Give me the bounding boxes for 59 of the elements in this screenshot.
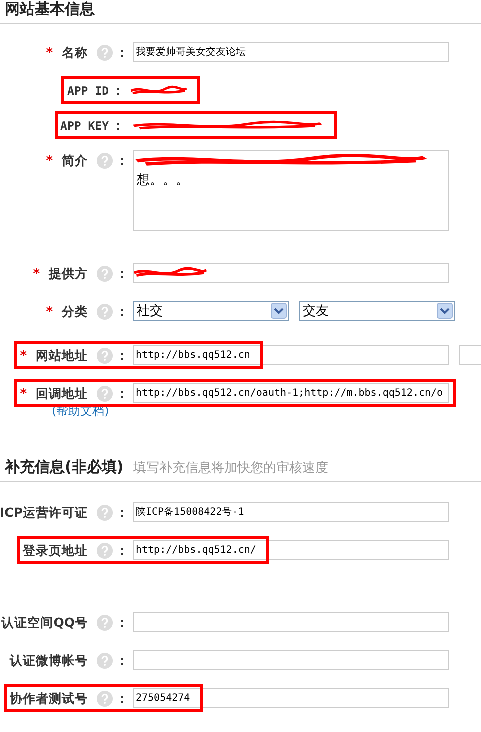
- text-area[interactable]: 想。。。: [133, 150, 449, 231]
- field-label: ICP运营许可证: [0, 504, 88, 522]
- help-icon[interactable]: [97, 653, 113, 669]
- field-label: 网站地址: [36, 348, 88, 364]
- colon: ：: [116, 653, 128, 670]
- input-field[interactable]: http://bbs.qq512.cn/: [133, 540, 449, 560]
- help-icon[interactable]: [97, 543, 113, 559]
- colon: ：: [116, 348, 128, 365]
- colon: ：: [116, 505, 128, 522]
- colon: ：: [112, 118, 124, 135]
- field-label: 登录页地址: [23, 542, 88, 560]
- field-label: APP ID: [67, 84, 109, 98]
- field-label: 名称: [62, 44, 88, 62]
- help-icon[interactable]: [97, 266, 113, 282]
- colon: ：: [116, 386, 128, 403]
- colon: ：: [116, 691, 128, 708]
- input-field[interactable]: [133, 612, 449, 632]
- required-mark: *: [33, 266, 40, 282]
- required-mark: *: [20, 348, 27, 364]
- required-mark: *: [46, 304, 53, 320]
- input-field[interactable]: http://bbs.qq512.cn: [133, 345, 449, 365]
- required-mark: *: [46, 154, 53, 168]
- help-icon[interactable]: [97, 304, 113, 320]
- dropdown[interactable]: 社交: [133, 301, 289, 321]
- colon: ：: [116, 543, 128, 560]
- colon: ：: [112, 83, 124, 100]
- required-mark: *: [46, 46, 53, 60]
- field-label: 分类: [62, 304, 88, 320]
- colon: ：: [116, 615, 128, 632]
- input-field[interactable]: [459, 345, 481, 365]
- colon: ：: [116, 266, 128, 283]
- help-icon[interactable]: [97, 348, 113, 364]
- input-field[interactable]: [133, 650, 449, 670]
- input-field[interactable]: 我要爱帅哥美女交友论坛: [133, 42, 449, 62]
- field-label: 简介: [62, 152, 88, 170]
- colon: ：: [116, 304, 128, 321]
- section-title: 补充信息(非必填): [5, 458, 124, 477]
- field-label: 协作者测试号: [10, 690, 88, 708]
- colon: ：: [116, 153, 128, 170]
- input-field[interactable]: 275054274: [133, 688, 449, 708]
- field-label: APP KEY: [60, 119, 109, 133]
- colon: ：: [116, 45, 128, 62]
- help-icon[interactable]: [97, 505, 113, 521]
- input-field[interactable]: http://bbs.qq512.cn/oauth-1;http://m.bbs.qq512.cn/o: [133, 383, 449, 403]
- field-label: 认证微博帐号: [10, 652, 88, 670]
- help-icon[interactable]: [97, 386, 113, 402]
- field-label: 提供方: [49, 266, 88, 282]
- help-icon[interactable]: [97, 45, 113, 61]
- required-mark: *: [20, 386, 27, 402]
- section-title: 网站基本信息: [5, 0, 95, 19]
- input-field[interactable]: [133, 263, 449, 283]
- field-label: 回调地址: [36, 386, 88, 402]
- field-label: 认证空间QQ号: [2, 614, 88, 632]
- dropdown[interactable]: 交友: [299, 301, 455, 321]
- help-icon[interactable]: [97, 615, 113, 631]
- section-hint: 填写补充信息将加快您的审核速度: [134, 460, 329, 477]
- help-icon[interactable]: [97, 691, 113, 707]
- input-field[interactable]: 陕ICP备15008422号-1: [133, 502, 449, 522]
- help-icon[interactable]: [97, 153, 113, 169]
